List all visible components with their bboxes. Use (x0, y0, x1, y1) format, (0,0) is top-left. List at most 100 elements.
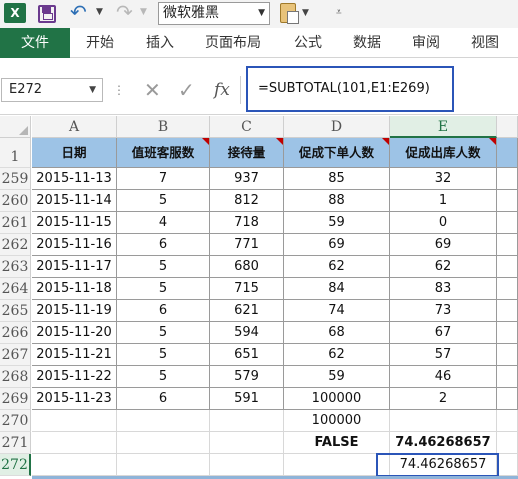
formula-input[interactable]: =SUBTOTAL(101,E1:E269) (246, 66, 454, 112)
select-all-corner[interactable] (0, 116, 31, 138)
row-header[interactable]: 260 (0, 190, 31, 212)
table-cell[interactable] (497, 212, 518, 234)
table-cell[interactable] (117, 454, 210, 476)
table-cell[interactable]: 0 (390, 212, 497, 234)
column-header-a[interactable]: A (32, 116, 117, 138)
table-cell[interactable] (390, 410, 497, 432)
table-cell[interactable]: 100000 (284, 410, 390, 432)
table-cell[interactable]: 5 (117, 344, 210, 366)
table-cell[interactable]: 2 (390, 388, 497, 410)
table-cell[interactable] (210, 454, 284, 476)
column-header-b[interactable]: B (117, 116, 210, 138)
table-cell[interactable] (497, 234, 518, 256)
table-cell[interactable]: 5 (117, 190, 210, 212)
tab-file[interactable]: 文件 (0, 28, 70, 58)
table-cell[interactable] (32, 454, 117, 476)
tab-page-layout[interactable]: 页面布局 (205, 28, 261, 58)
table-cell[interactable]: 69 (390, 234, 497, 256)
column-header-d[interactable]: D (284, 116, 390, 138)
table-cell[interactable] (497, 344, 518, 366)
table-cell[interactable]: 68 (284, 322, 390, 344)
row-header[interactable]: 265 (0, 300, 31, 322)
table-cell[interactable]: 680 (210, 256, 284, 278)
row-header[interactable]: 259 (0, 168, 31, 190)
header-cell[interactable]: 日期 (32, 138, 117, 168)
save-icon[interactable] (38, 5, 56, 23)
table-cell[interactable]: 83 (390, 278, 497, 300)
table-cell[interactable] (497, 278, 518, 300)
paste-dropdown-icon[interactable]: ▼ (302, 3, 309, 23)
tab-view[interactable]: 视图 (471, 28, 499, 58)
table-cell[interactable]: 5 (117, 256, 210, 278)
name-box[interactable]: E272 ▼ (1, 78, 103, 102)
table-cell[interactable]: 74.46268657 (390, 454, 497, 476)
row-header[interactable]: 266 (0, 322, 31, 344)
tab-formulas[interactable]: 公式 (294, 28, 322, 58)
redo-dropdown-icon[interactable]: ▼ (140, 2, 147, 22)
table-cell[interactable] (284, 454, 390, 476)
cancel-icon[interactable]: ✕ (144, 78, 161, 102)
table-cell[interactable]: 57 (390, 344, 497, 366)
table-cell[interactable] (497, 256, 518, 278)
table-cell[interactable]: 6 (117, 388, 210, 410)
row-header[interactable]: 270 (0, 410, 31, 432)
header-cell[interactable]: 促成出库人数 (390, 138, 497, 168)
table-cell[interactable]: 2015-11-14 (32, 190, 117, 212)
table-cell[interactable]: FALSE (284, 432, 390, 454)
table-cell[interactable]: 67 (390, 322, 497, 344)
table-cell[interactable]: 2015-11-22 (32, 366, 117, 388)
table-cell[interactable] (497, 366, 518, 388)
table-cell[interactable]: 59 (284, 366, 390, 388)
table-cell[interactable] (210, 432, 284, 454)
table-cell[interactable]: 715 (210, 278, 284, 300)
table-cell[interactable]: 46 (390, 366, 497, 388)
table-cell[interactable] (117, 410, 210, 432)
table-cell[interactable]: 5 (117, 322, 210, 344)
row-header[interactable]: 264 (0, 278, 31, 300)
table-cell[interactable]: 812 (210, 190, 284, 212)
row-header[interactable]: 272 (0, 454, 31, 476)
table-cell[interactable] (497, 388, 518, 410)
table-cell[interactable]: 579 (210, 366, 284, 388)
tab-review[interactable]: 审阅 (412, 28, 440, 58)
table-cell[interactable]: 62 (284, 256, 390, 278)
table-cell[interactable]: 1 (390, 190, 497, 212)
paste-icon[interactable] (280, 3, 299, 24)
font-name-select[interactable]: 微软雅黑 ▼ (158, 2, 270, 25)
header-cell[interactable] (497, 138, 518, 168)
table-cell[interactable]: 2015-11-21 (32, 344, 117, 366)
table-cell[interactable]: 2015-11-20 (32, 322, 117, 344)
redo-icon[interactable]: ↷ (116, 2, 133, 22)
table-cell[interactable]: 2015-11-23 (32, 388, 117, 410)
row-header[interactable]: 262 (0, 234, 31, 256)
table-cell[interactable] (497, 454, 518, 476)
table-cell[interactable]: 937 (210, 168, 284, 190)
row-header[interactable]: 263 (0, 256, 31, 278)
header-cell[interactable]: 值班客服数 (117, 138, 210, 168)
undo-icon[interactable]: ↶ (70, 2, 87, 22)
tab-insert[interactable]: 插入 (146, 28, 174, 58)
table-cell[interactable]: 6 (117, 300, 210, 322)
table-cell[interactable] (497, 168, 518, 190)
column-header-f[interactable] (497, 116, 518, 138)
table-cell[interactable]: 5 (117, 278, 210, 300)
header-cell[interactable]: 接待量 (210, 138, 284, 168)
table-cell[interactable]: 6 (117, 234, 210, 256)
chevron-down-icon[interactable]: ▼ (258, 3, 265, 24)
table-cell[interactable]: 100000 (284, 388, 390, 410)
table-cell[interactable]: 2015-11-13 (32, 168, 117, 190)
table-cell[interactable]: 88 (284, 190, 390, 212)
column-header-c[interactable]: C (210, 116, 284, 138)
table-cell[interactable]: 651 (210, 344, 284, 366)
undo-dropdown-icon[interactable]: ▼ (96, 2, 103, 22)
table-cell[interactable]: 85 (284, 168, 390, 190)
table-cell[interactable]: 2015-11-17 (32, 256, 117, 278)
row-header[interactable]: 268 (0, 366, 31, 388)
drag-handle-icon[interactable]: ⋮ (113, 82, 125, 98)
table-cell[interactable] (497, 410, 518, 432)
table-cell[interactable]: 59 (284, 212, 390, 234)
table-cell[interactable]: 62 (284, 344, 390, 366)
table-cell[interactable] (210, 410, 284, 432)
table-cell[interactable]: 2015-11-18 (32, 278, 117, 300)
table-cell[interactable]: 591 (210, 388, 284, 410)
